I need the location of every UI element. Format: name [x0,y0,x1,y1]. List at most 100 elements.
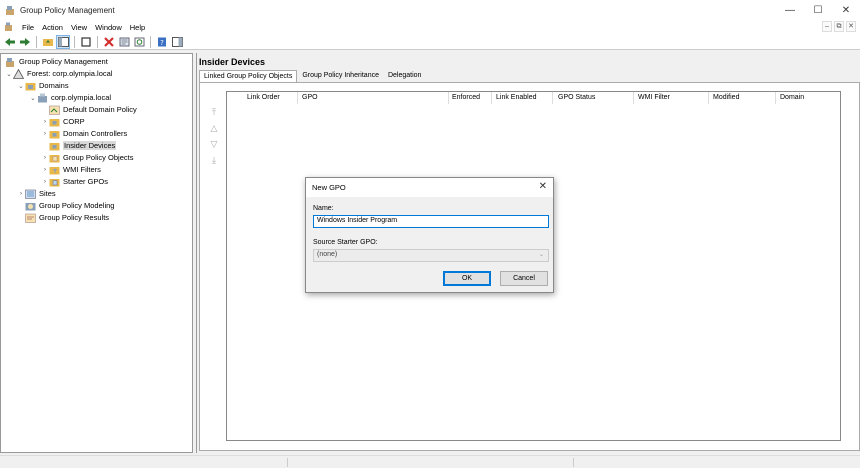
column-header-modified[interactable]: Modified [713,94,739,101]
starter-gpo-folder-icon [49,178,60,186]
mdi-close-button[interactable]: ✕ [846,21,856,32]
maximize-button[interactable]: ☐ [804,0,832,20]
tab-delegation[interactable]: Delegation [384,70,425,82]
column-divider[interactable] [775,92,776,104]
mdi-window-icon[interactable] [4,22,14,32]
tree-item-label: Insider Devices [63,141,117,150]
domain-icon [38,93,47,102]
tree-item-forest[interactable]: ⌄ Forest: corp.olympia.local [5,68,112,79]
tree-item-domains[interactable]: ⌄ Domains [17,80,69,91]
window-frame-icon [81,36,91,47]
delete-button[interactable] [102,35,116,49]
link-order-buttons: ⤒ △ ▽ ⤓ [207,107,221,171]
mdi-controls: – ⧉ ✕ [822,21,856,32]
back-button[interactable] [3,35,17,49]
folder-up-icon [43,38,53,46]
modeling-icon [25,202,36,210]
toolbar: ? [0,34,860,50]
menu-view[interactable]: View [71,23,87,32]
source-starter-gpo-select[interactable]: (none) ⌄ [313,249,549,262]
ok-button[interactable]: OK [443,271,491,286]
mdi-restore-button[interactable]: ⧉ [834,21,844,32]
column-header-link-order[interactable]: Link Order [247,94,280,101]
tree-item-label: Group Policy Modeling [39,201,115,210]
move-up-icon[interactable]: △ [207,123,221,139]
tree-item-gpo-objects[interactable]: › Group Policy Objects [41,152,133,163]
menu-window[interactable]: Window [95,23,122,32]
menu-file[interactable]: File [22,23,34,32]
dialog-title: New GPO [312,183,346,192]
column-divider[interactable] [491,92,492,104]
column-divider[interactable] [633,92,634,104]
column-header-domain[interactable]: Domain [780,94,804,101]
menu-action[interactable]: Action [42,23,63,32]
tab-linked-gpos[interactable]: Linked Group Policy Objects [199,70,298,82]
chevron-right-icon[interactable]: › [41,178,49,185]
close-button[interactable]: ✕ [832,0,860,20]
back-arrow-icon [5,37,15,46]
tree-item-label: CORP [63,117,85,126]
move-down-icon[interactable]: ▽ [207,139,221,155]
refresh-button[interactable] [132,35,146,49]
column-divider[interactable] [708,92,709,104]
move-to-top-icon[interactable]: ⤒ [207,107,221,123]
tree-item-domain-controllers[interactable]: › Domain Controllers [41,128,127,139]
move-to-bottom-icon[interactable]: ⤓ [207,155,221,171]
chevron-down-icon[interactable]: ⌄ [17,82,25,90]
window-controls: — ☐ ✕ [776,0,860,20]
sites-icon [25,189,36,199]
wmi-folder-icon [49,166,60,174]
column-header-wmi-filter[interactable]: WMI Filter [638,94,670,101]
chevron-right-icon[interactable]: › [41,130,49,137]
chevron-right-icon[interactable]: › [41,118,49,125]
show-action-pane-button[interactable] [170,35,184,49]
menu-help[interactable]: Help [130,23,145,32]
ou-folder-icon [49,142,60,150]
tree-item-insider-devices[interactable]: Insider Devices [49,140,117,151]
chevron-down-icon[interactable]: ⌄ [29,94,37,102]
chevron-right-icon[interactable]: › [41,166,49,173]
console-tree: Group Policy Management ⌄ Forest: corp.o… [0,53,193,453]
help-button[interactable]: ? [155,35,169,49]
chevron-right-icon[interactable]: › [17,190,25,197]
column-divider[interactable] [297,92,298,104]
toolbar-separator [36,35,37,48]
column-header-gpo-status[interactable]: GPO Status [558,94,595,101]
up-one-level-button[interactable] [41,35,55,49]
toolbar-separator [74,35,75,48]
ou-folder-icon [49,130,60,138]
tree-item-starter-gpos[interactable]: › Starter GPOs [41,176,108,187]
column-divider[interactable] [448,92,449,104]
cancel-button[interactable]: Cancel [500,271,548,286]
chevron-down-icon[interactable]: ⌄ [5,70,13,78]
tree-item-default-domain-policy[interactable]: Default Domain Policy [49,104,137,115]
new-gpo-dialog: New GPO ✕ Name: Windows Insider Program … [305,177,554,293]
forest-icon [13,68,24,79]
tree-item-label: Domains [39,81,69,90]
stop-button[interactable] [79,35,93,49]
tree-item-corp[interactable]: › CORP [41,116,85,127]
tree-item-modeling[interactable]: Group Policy Modeling [25,200,114,211]
close-icon[interactable]: ✕ [539,181,547,192]
tree-item-wmi-filters[interactable]: › WMI Filters [41,164,101,175]
window-titlebar: Group Policy Management — ☐ ✕ [0,0,860,20]
forward-button[interactable] [18,35,32,49]
tree-item-results[interactable]: Group Policy Results [25,212,109,223]
tree-item-root[interactable]: Group Policy Management [5,56,108,67]
column-divider[interactable] [552,92,553,104]
tree-item-domain[interactable]: ⌄ corp.olympia.local [29,92,111,103]
gpo-name-input[interactable]: Windows Insider Program [313,215,549,228]
column-header-gpo[interactable]: GPO [302,94,318,101]
show-hide-tree-button[interactable] [56,34,70,49]
mdi-minimize-button[interactable]: – [822,21,832,32]
toolbar-separator [150,35,151,48]
chevron-right-icon[interactable]: › [41,154,49,161]
action-pane-icon [171,36,183,47]
column-header-link-enabled[interactable]: Link Enabled [496,94,536,101]
tree-item-sites[interactable]: › Sites [17,188,56,199]
properties-button[interactable] [117,35,131,49]
tab-gp-inheritance[interactable]: Group Policy Inheritance [298,70,383,82]
minimize-button[interactable]: — [776,0,804,20]
results-icon [25,213,36,223]
column-header-enforced[interactable]: Enforced [452,94,480,101]
